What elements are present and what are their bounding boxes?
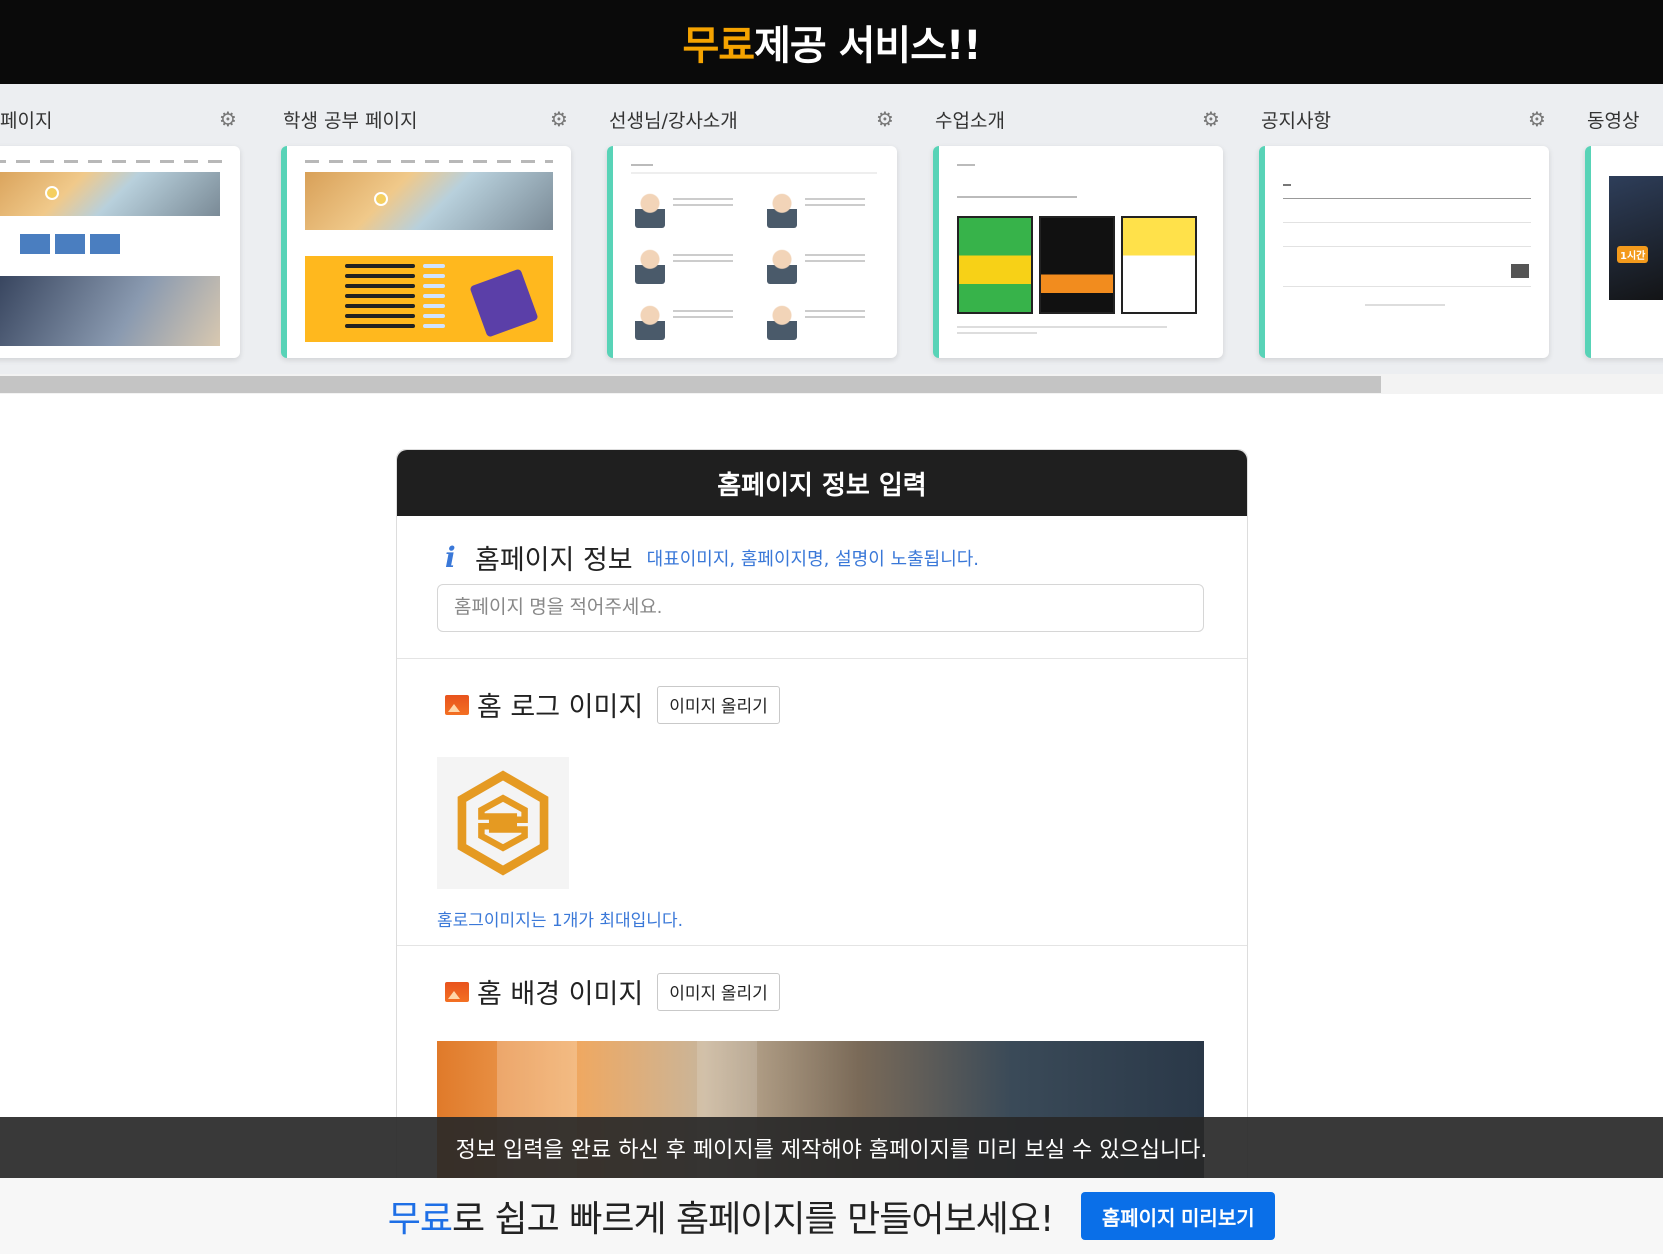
image-icon	[445, 694, 469, 715]
preview-button[interactable]: 홈페이지 미리보기	[1081, 1192, 1276, 1240]
form-header: 홈페이지 정보 입력	[397, 450, 1247, 516]
gear-icon[interactable]: ⚙	[549, 109, 569, 129]
homepage-name-input[interactable]	[437, 584, 1204, 632]
info-help: 대표이미지, 홈페이지명, 설명이 노출됩니다.	[646, 548, 980, 570]
scrollbar-thumb[interactable]	[0, 376, 1381, 393]
preview-notice-toast: 정보 입력을 완료 하신 후 페이지를 제작해야 홈페이지를 미리 보실 수 있…	[0, 1117, 1663, 1178]
gear-icon[interactable]: ⚙	[875, 109, 895, 129]
homepage-info-form: 홈페이지 정보 입력 i 홈페이지 정보 대표이미지, 홈페이지명, 설명이 노…	[396, 449, 1248, 1211]
template-card[interactable]: 공지사항 ⚙	[1259, 104, 1549, 358]
template-card-title: 페이지	[0, 109, 53, 132]
form-title: 홈페이지 정보 입력	[717, 470, 927, 501]
template-carousel: 페이지 ⚙ 학생 공부 페이지 ⚙ 선생님/강사소개 ⚙ 수업소개 ⚙ 공지사항…	[0, 84, 1663, 394]
template-thumbnail[interactable]	[0, 146, 240, 358]
bg-label-row: 홈 배경 이미지 이미지 올리기	[445, 972, 780, 1011]
template-card-title: 수업소개	[935, 109, 1005, 132]
template-card-title: 학생 공부 페이지	[283, 109, 418, 132]
template-card[interactable]: 선생님/강사소개 ⚙	[607, 104, 897, 358]
logo-note: 홈로그이미지는 1개가 최대입니다.	[437, 911, 683, 931]
thumb-person	[635, 246, 665, 284]
info-icon: i	[445, 540, 456, 574]
thumb-person	[767, 302, 797, 340]
template-card[interactable]: 학생 공부 페이지 ⚙	[281, 104, 571, 358]
thumb-person	[767, 190, 797, 228]
logo-image-section: 홈 로그 이미지 이미지 올리기 홈로그이미지는 1개가 최대입니다.	[397, 659, 1247, 946]
thumb-nav	[305, 160, 553, 163]
thumb-person	[635, 190, 665, 228]
thumb-poster	[1039, 216, 1115, 314]
page: 무료제공 서비스!! 페이지 ⚙ 학생 공부 페이지 ⚙ 선생님/강사소개 ⚙ …	[0, 0, 1663, 1254]
image-icon	[445, 981, 469, 1002]
top-banner: 무료제공 서비스!!	[0, 0, 1663, 84]
template-thumbnail[interactable]	[281, 146, 571, 358]
bg-label: 홈 배경 이미지	[477, 979, 644, 1010]
template-thumbnail[interactable]	[1259, 146, 1549, 358]
banner-title: 무료제공 서비스!!	[682, 13, 981, 71]
thumb-poster	[957, 216, 1033, 314]
template-card[interactable]: 수업소개 ⚙	[933, 104, 1223, 358]
logo-preview	[437, 757, 569, 889]
template-thumbnail[interactable]	[607, 146, 897, 358]
thumb-hero	[0, 172, 220, 216]
thumb-person	[767, 246, 797, 284]
logo-label-row: 홈 로그 이미지 이미지 올리기	[445, 685, 780, 724]
banner-title-accent: 무료	[682, 23, 755, 69]
cta-text: 무료로 쉽고 빠르게 홈페이지를 만들어보세요!	[387, 1190, 1055, 1242]
logo-upload-button[interactable]: 이미지 올리기	[657, 685, 780, 724]
template-card[interactable]: 페이지 ⚙	[0, 104, 240, 358]
video-tag: 1시간	[1617, 246, 1649, 263]
logo-hexagon-icon	[457, 770, 549, 876]
gear-icon[interactable]: ⚙	[218, 109, 238, 129]
template-thumbnail[interactable]	[933, 146, 1223, 358]
gear-icon[interactable]: ⚙	[1201, 109, 1221, 129]
carousel-scrollbar[interactable]	[0, 374, 1663, 394]
template-card-title: 동영상	[1587, 109, 1640, 132]
thumb-photo	[0, 276, 220, 346]
cta-rest: 로 쉽고 빠르게 홈페이지를 만들어보세요!	[452, 1199, 1054, 1240]
thumb-person	[635, 302, 665, 340]
thumb-poster	[1121, 216, 1197, 314]
thumb-gallery	[20, 234, 120, 254]
thumb-hero	[305, 172, 553, 230]
homepage-info-section: i 홈페이지 정보 대표이미지, 홈페이지명, 설명이 노출됩니다.	[397, 516, 1247, 659]
info-label-row: i 홈페이지 정보 대표이미지, 홈페이지명, 설명이 노출됩니다.	[445, 538, 979, 577]
info-label: 홈페이지 정보	[475, 545, 633, 576]
template-card-title: 선생님/강사소개	[609, 109, 738, 132]
logo-label: 홈 로그 이미지	[477, 692, 644, 723]
banner-title-rest: 제공 서비스!!	[754, 23, 981, 69]
bottom-cta-bar: 무료로 쉽고 빠르게 홈페이지를 만들어보세요! 홈페이지 미리보기	[0, 1178, 1663, 1254]
thumb-video: 1시간	[1609, 176, 1663, 300]
template-thumbnail[interactable]: 1시간	[1585, 146, 1663, 358]
thumb-books	[469, 268, 539, 338]
gear-icon[interactable]: ⚙	[1527, 109, 1547, 129]
template-card-title: 공지사항	[1261, 109, 1331, 132]
thumb-yellow-section	[305, 256, 553, 342]
bg-upload-button[interactable]: 이미지 올리기	[657, 972, 780, 1011]
template-card[interactable]: 동영상 1시간	[1585, 104, 1663, 358]
toast-message: 정보 입력을 완료 하신 후 페이지를 제작해야 홈페이지를 미리 보실 수 있…	[455, 1137, 1208, 1163]
thumb-button	[1511, 264, 1529, 278]
thumb-nav	[0, 160, 222, 163]
cta-accent: 무료	[387, 1199, 453, 1240]
